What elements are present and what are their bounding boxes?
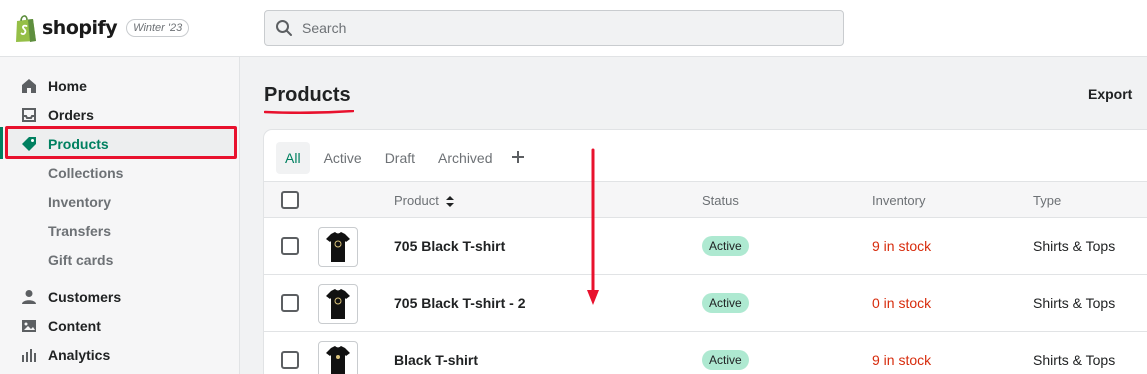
column-header-type[interactable]: Type <box>1033 193 1061 208</box>
annotation-arrow <box>587 148 599 305</box>
sidebar-subitem-gift-cards[interactable]: Gift cards <box>48 252 113 274</box>
inventory-count: 0 in stock <box>872 295 932 311</box>
table-header: Product Status Inventory Type <box>264 181 1147 218</box>
tshirt-icon <box>326 289 350 319</box>
column-label: Product <box>394 193 439 208</box>
home-icon <box>20 77 38 95</box>
sidebar-subitem-collections[interactable]: Collections <box>48 165 123 187</box>
tshirt-icon <box>326 232 350 262</box>
sidebar-item-analytics[interactable]: Analytics <box>20 343 110 367</box>
tab-all[interactable]: All <box>276 142 310 174</box>
sidebar-item-orders[interactable]: Orders <box>20 103 94 127</box>
column-header-product[interactable]: Product <box>394 193 455 208</box>
status-badge: Active <box>702 350 749 370</box>
table-row[interactable]: Black T-shirt Active 9 in stock Shirts &… <box>264 332 1147 374</box>
person-icon <box>20 288 38 306</box>
page-title: Products <box>264 84 351 106</box>
sidebar-item-label: Orders <box>48 107 94 123</box>
product-thumbnail <box>318 227 358 267</box>
product-type: Shirts & Tops <box>1033 238 1116 254</box>
tab-active[interactable]: Active <box>315 142 371 174</box>
product-name-link[interactable]: 705 Black T-shirt - 2 <box>394 295 526 311</box>
filter-tabs: All Active Draft Archived <box>276 142 525 174</box>
row-checkbox[interactable] <box>281 237 299 255</box>
edition-badge: Winter '23 <box>126 19 190 37</box>
column-header-inventory[interactable]: Inventory <box>872 193 925 208</box>
shopify-logo[interactable]: shopify Winter '23 <box>14 13 190 43</box>
plus-icon <box>511 150 524 163</box>
inventory-count: 9 in stock <box>872 238 932 254</box>
search-placeholder: Search <box>302 20 347 36</box>
sidebar-subitem-inventory[interactable]: Inventory <box>48 194 111 216</box>
bar-chart-icon <box>20 346 38 364</box>
tab-archived[interactable]: Archived <box>429 142 501 174</box>
status-badge: Active <box>702 236 749 256</box>
inventory-count: 9 in stock <box>872 352 932 368</box>
status-badge: Active <box>702 293 749 313</box>
image-icon <box>20 317 38 335</box>
search-icon <box>276 20 292 36</box>
annotation-underline <box>264 110 354 114</box>
row-checkbox[interactable] <box>281 294 299 312</box>
sidebar-subitem-transfers[interactable]: Transfers <box>48 223 111 245</box>
sidebar-item-home[interactable]: Home <box>20 74 87 98</box>
row-checkbox[interactable] <box>281 351 299 369</box>
sidebar-item-content[interactable]: Content <box>20 314 101 338</box>
product-name-link[interactable]: Black T-shirt <box>394 352 478 368</box>
product-thumbnail <box>318 284 358 324</box>
table-row[interactable]: 705 Black T-shirt - 2 Active 0 in stock … <box>264 275 1147 332</box>
top-bar: shopify Winter '23 Search <box>0 0 1147 57</box>
products-card: All Active Draft Archived Product Status… <box>264 130 1147 374</box>
tab-draft[interactable]: Draft <box>376 142 424 174</box>
product-thumbnail <box>318 341 358 374</box>
tshirt-icon <box>326 346 350 374</box>
table-row[interactable]: 705 Black T-shirt Active 9 in stock Shir… <box>264 218 1147 275</box>
add-view-button[interactable] <box>511 147 525 170</box>
shopify-bag-icon <box>16 15 36 42</box>
product-name-link[interactable]: 705 Black T-shirt <box>394 238 505 254</box>
sidebar-item-label: Analytics <box>48 347 111 363</box>
sidebar-item-label: Content <box>48 318 101 334</box>
select-all-checkbox[interactable] <box>281 191 299 209</box>
column-header-status[interactable]: Status <box>702 193 739 208</box>
sidebar-item-label: Customers <box>48 289 122 305</box>
product-type: Shirts & Tops <box>1033 352 1116 368</box>
inbox-icon <box>20 106 38 124</box>
export-button[interactable]: Export <box>1088 86 1132 102</box>
sidebar-item-label: Home <box>48 78 87 94</box>
sidebar-item-customers[interactable]: Customers <box>20 285 121 309</box>
annotation-highlight-box <box>5 126 237 159</box>
active-indicator <box>0 127 3 159</box>
product-type: Shirts & Tops <box>1033 295 1116 311</box>
search-bar[interactable]: Search <box>264 10 844 46</box>
brand-name: shopify <box>42 17 118 39</box>
sort-icon <box>446 196 455 208</box>
